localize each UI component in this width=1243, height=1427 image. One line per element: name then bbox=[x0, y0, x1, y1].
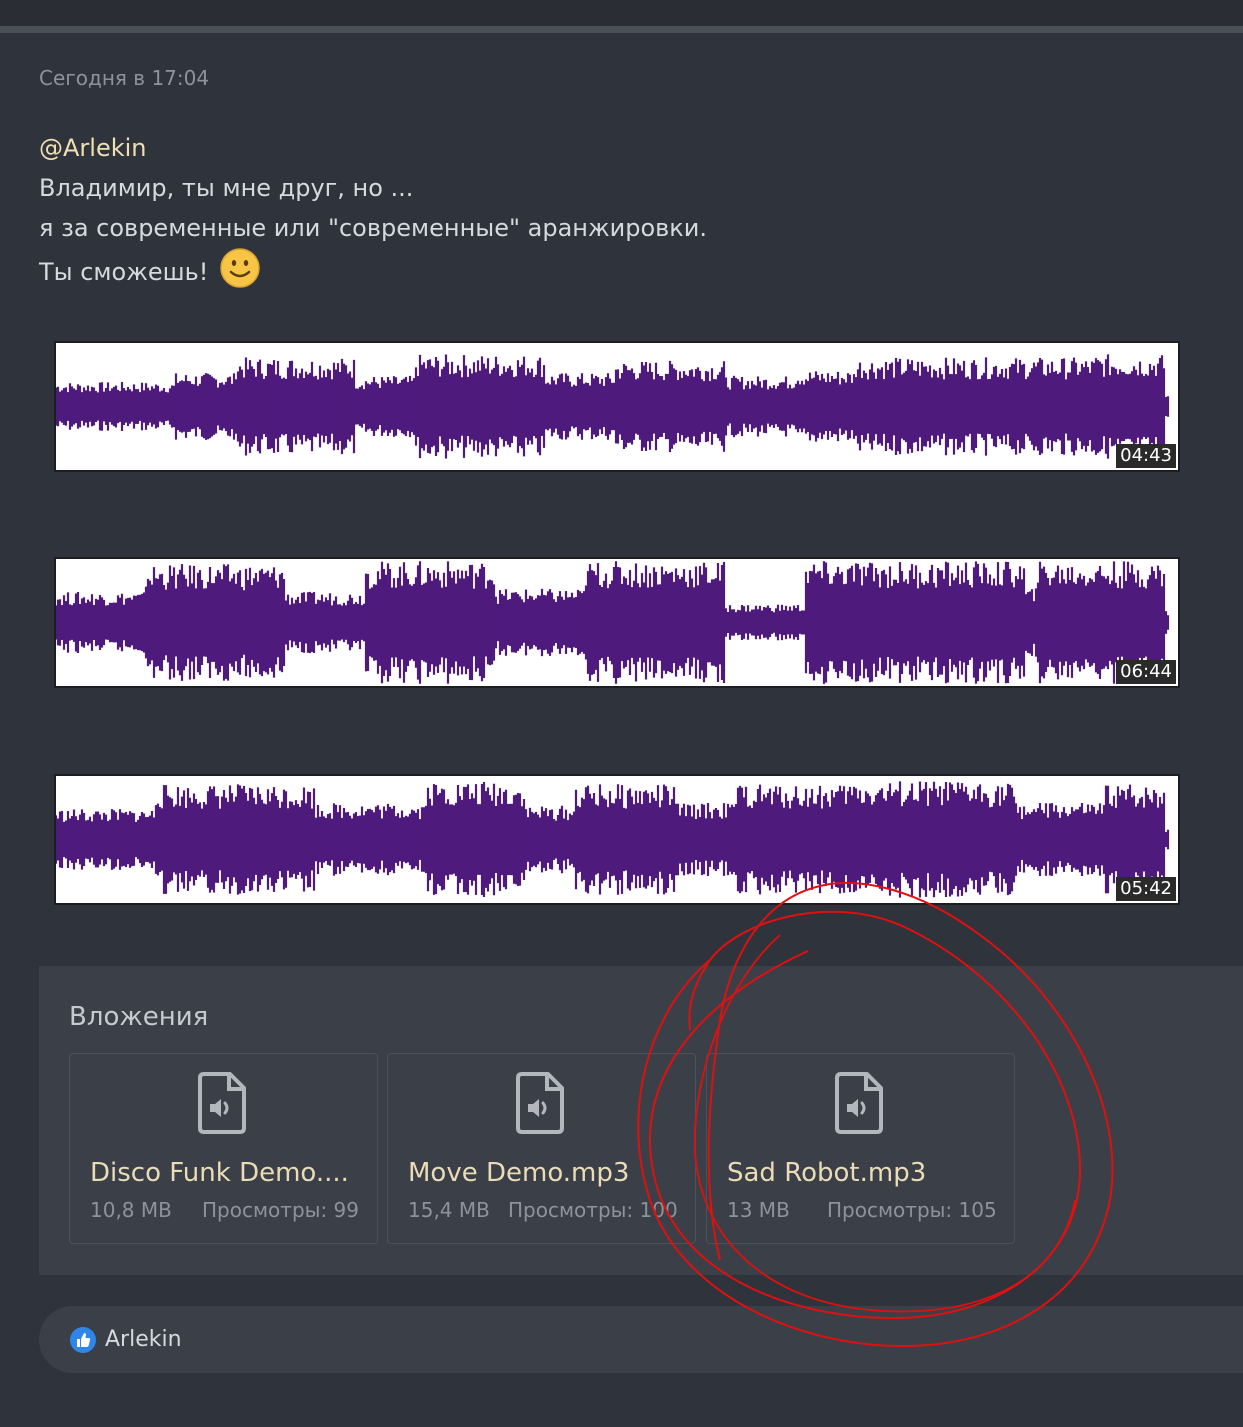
message-line-2: я за современные или "современные" аранж… bbox=[39, 214, 707, 242]
message-line-3: Ты сможешь! bbox=[39, 248, 1189, 300]
mention-link[interactable]: @Arlekin bbox=[39, 128, 1189, 168]
audio-player-1[interactable]: 04:43 bbox=[54, 341, 1180, 472]
audio-file-icon bbox=[835, 1072, 885, 1138]
reaction-user[interactable]: Arlekin bbox=[105, 1327, 182, 1352]
audio-player-2[interactable]: 06:44 bbox=[54, 557, 1180, 688]
message-line-1: Владимир, ты мне друг, но ... bbox=[39, 174, 414, 202]
attachment-card-3[interactable]: Sad Robot.mp3 13 MB Просмотры: 105 bbox=[706, 1053, 1015, 1244]
attachment-name-1[interactable]: Disco Funk Demo.... bbox=[90, 1158, 360, 1188]
attachment-size-2: 15,4 MB bbox=[408, 1198, 490, 1222]
reactions-bar: Arlekin bbox=[39, 1306, 1243, 1373]
audio-file-icon bbox=[198, 1072, 248, 1138]
post-message: @Arlekin Владимир, ты мне друг, но ... я… bbox=[39, 128, 1189, 300]
attachment-name-3[interactable]: Sad Robot.mp3 bbox=[727, 1158, 997, 1188]
attachments-title: Вложения bbox=[69, 1002, 209, 1032]
attachment-views-3: Просмотры: 105 bbox=[827, 1198, 997, 1222]
top-strip bbox=[0, 0, 1243, 26]
attachment-size-1: 10,8 MB bbox=[90, 1198, 172, 1222]
message-line-3-text: Ты сможешь! bbox=[39, 258, 209, 286]
smiley-face-icon bbox=[220, 248, 260, 300]
audio-duration-2: 06:44 bbox=[1116, 660, 1176, 684]
waveform-1[interactable] bbox=[56, 343, 1178, 470]
attachment-card-1[interactable]: Disco Funk Demo.... 10,8 MB Просмотры: 9… bbox=[69, 1053, 378, 1244]
attachment-name-2[interactable]: Move Demo.mp3 bbox=[408, 1158, 678, 1188]
audio-duration-1: 04:43 bbox=[1116, 444, 1176, 468]
attachment-size-3: 13 MB bbox=[727, 1198, 790, 1222]
attachment-views-2: Просмотры: 100 bbox=[508, 1198, 678, 1222]
audio-duration-3: 05:42 bbox=[1116, 877, 1176, 901]
thumbs-up-icon[interactable] bbox=[69, 1326, 97, 1358]
post-timestamp: Сегодня в 17:04 bbox=[39, 66, 210, 90]
attachment-views-1: Просмотры: 99 bbox=[202, 1198, 359, 1222]
audio-file-icon bbox=[516, 1072, 566, 1138]
waveform-2[interactable] bbox=[56, 559, 1178, 686]
attachment-card-2[interactable]: Move Demo.mp3 15,4 MB Просмотры: 100 bbox=[387, 1053, 696, 1244]
audio-player-3[interactable]: 05:42 bbox=[54, 774, 1180, 905]
attachments-panel: Вложения Disco Funk Demo.... 10,8 MB Про… bbox=[39, 966, 1243, 1275]
waveform-3[interactable] bbox=[56, 776, 1178, 903]
post-divider bbox=[0, 26, 1243, 33]
